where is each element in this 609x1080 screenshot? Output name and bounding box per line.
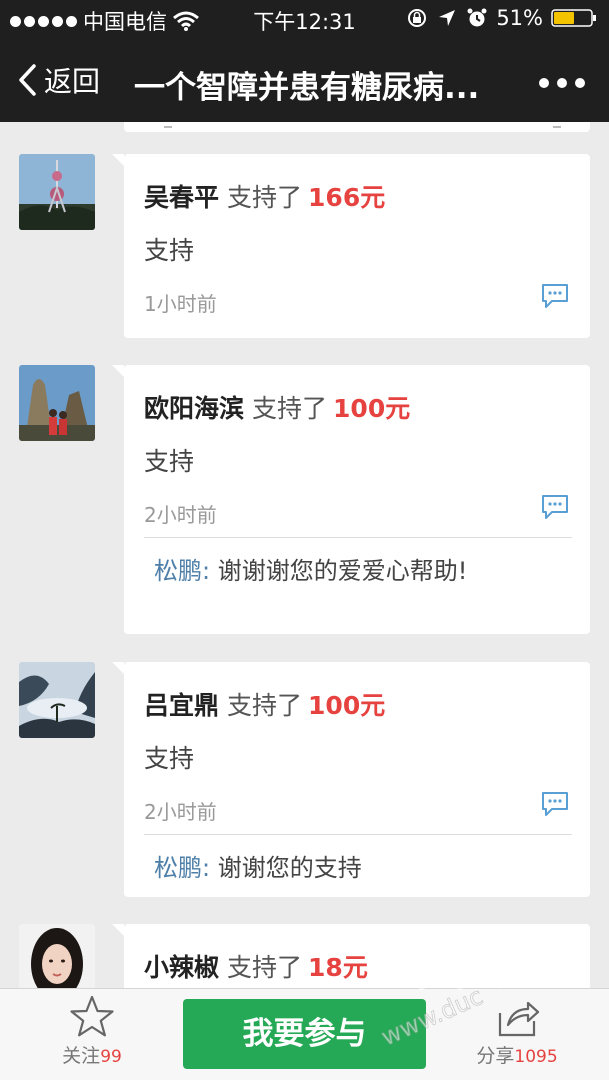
share-count: 1095 [514,1047,558,1067]
donor-name[interactable]: 欧阳海滨 [144,394,244,423]
join-button[interactable]: 我要参与 [183,999,426,1069]
avatar[interactable] [19,924,95,988]
donation-card: 欧阳海滨 支持了 100元 支持 2小时前 松鹏: 谢谢谢您的爱爱心帮助! [112,365,590,634]
status-bar: 中国电信 下午12:31 51% [0,0,609,40]
donation-verb: 支持了 [227,953,303,982]
donation-header: 欧阳海滨 支持了 100元 [144,389,410,425]
donation-verb: 支持了 [227,691,303,720]
previous-card-edge [124,122,590,132]
reply-divider [144,537,572,538]
donation-card: 小辣椒 支持了 18元 [112,924,590,988]
share-label: 分享 [476,1045,515,1067]
donation-time: 2小时前 [144,800,217,824]
star-icon [70,995,114,1037]
reply-text: 谢谢谢您的爱爱心帮助! [217,557,468,585]
nav-bar: 返回 一个智障并患有糖尿病... [0,40,609,122]
back-button[interactable]: 返回 [16,60,100,100]
alarm-icon [467,8,487,27]
donation-verb: 支持了 [227,183,303,212]
status-right: 51% [406,6,597,30]
location-arrow-icon [439,10,456,26]
follow-label: 关注 [62,1045,101,1067]
donor-name[interactable]: 吕宜鼎 [144,691,219,720]
comment-icon[interactable] [540,282,570,310]
reply-comment: 松鹏: 谢谢您的支持 [154,850,474,887]
donation-time: 1小时前 [144,292,217,316]
reply-author[interactable]: 松鹏: [154,854,210,882]
donation-message: 支持 [144,447,195,476]
donation-amount: 100元 [308,691,386,720]
donation-amount: 166元 [308,183,386,212]
avatar[interactable] [19,154,95,230]
avatar[interactable] [19,365,95,441]
donation-card: 吴春平 支持了 166元 支持 1小时前 [112,154,590,338]
avatar[interactable] [19,662,95,738]
reply-text: 谢谢您的支持 [217,854,362,882]
reply-author[interactable]: 松鹏: [154,557,210,585]
donation-feed: 吴春平 支持了 166元 支持 1小时前 欧阳海滨 支持了 100元 支持 2小… [0,122,609,988]
donor-name[interactable]: 吴春平 [144,183,219,212]
donation-header: 吴春平 支持了 166元 [144,178,385,214]
reply-divider [144,834,572,835]
share-button[interactable]: 分享1095 [467,993,567,1068]
donation-amount: 18元 [308,953,368,982]
comment-icon[interactable] [540,790,570,818]
donation-time: 2小时前 [144,503,217,527]
follow-button[interactable]: 关注99 [52,993,132,1068]
donation-amount: 100元 [333,394,411,423]
donation-verb: 支持了 [252,394,328,423]
page-title: 一个智障并患有糖尿病... [134,70,480,106]
comment-icon[interactable] [540,493,570,521]
donation-message: 支持 [144,744,195,773]
bottom-action-bar: 关注99 我要参与 分享1095 [0,988,609,1080]
share-icon [498,1001,540,1037]
donation-header: 吕宜鼎 支持了 100元 [144,686,385,722]
rotation-lock-icon [408,9,427,27]
donor-name[interactable]: 小辣椒 [144,953,219,982]
donation-header: 小辣椒 支持了 18元 [144,948,368,984]
battery-percent: 51% [496,6,543,30]
follow-count: 99 [100,1047,122,1067]
battery-icon [551,9,596,27]
donation-card: 吕宜鼎 支持了 100元 支持 2小时前 松鹏: 谢谢您的支持 [112,662,590,897]
reply-comment: 松鹏: 谢谢谢您的爱爱心帮助! [154,553,474,590]
chevron-left-icon [19,64,36,96]
back-label: 返回 [44,65,101,98]
more-options-button[interactable] [539,78,585,88]
donation-message: 支持 [144,236,195,265]
